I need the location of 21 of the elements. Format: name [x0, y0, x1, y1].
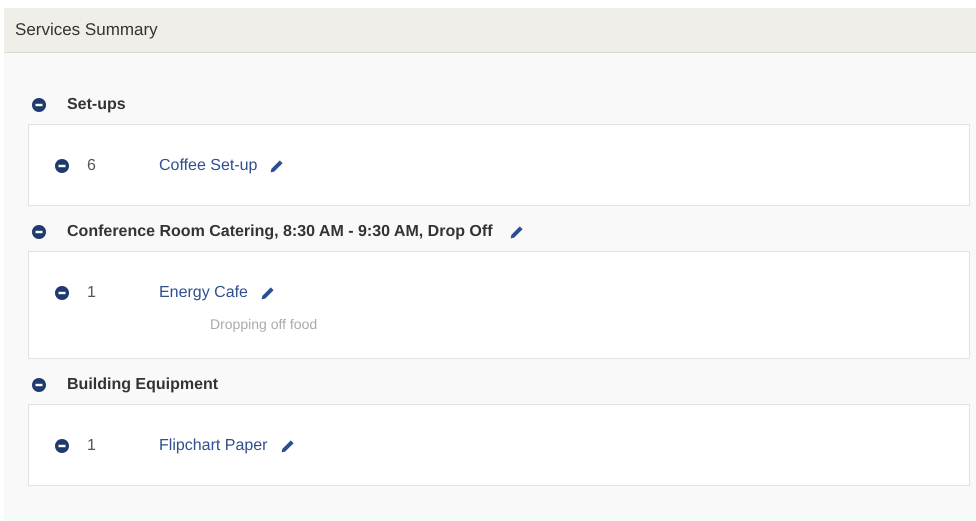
- quantity: 1: [87, 437, 97, 455]
- group-title: Building Equipment: [67, 376, 218, 394]
- service-link[interactable]: Flipchart Paper: [159, 437, 268, 455]
- collapse-icon[interactable]: [32, 225, 46, 239]
- collapse-icon[interactable]: [32, 378, 46, 392]
- collapse-icon[interactable]: [55, 286, 69, 300]
- service-link[interactable]: Energy Cafe: [159, 284, 248, 302]
- service-link[interactable]: Coffee Set-up: [159, 157, 258, 175]
- edit-icon[interactable]: [280, 438, 294, 454]
- service-note: Dropping off food: [210, 316, 318, 332]
- collapse-icon[interactable]: [55, 159, 69, 173]
- collapse-icon[interactable]: [55, 439, 69, 453]
- edit-icon[interactable]: [508, 224, 524, 240]
- edit-icon[interactable]: [269, 158, 284, 174]
- group-title: Set-ups: [67, 96, 126, 114]
- group-title: Conference Room Catering, 8:30 AM - 9:30 AM, Drop Off: [67, 223, 493, 241]
- edit-icon[interactable]: [260, 286, 275, 300]
- panel-title: Services Summary: [15, 20, 158, 40]
- collapse-icon[interactable]: [32, 98, 46, 112]
- quantity: 1: [87, 284, 97, 302]
- quantity: 6: [87, 157, 97, 175]
